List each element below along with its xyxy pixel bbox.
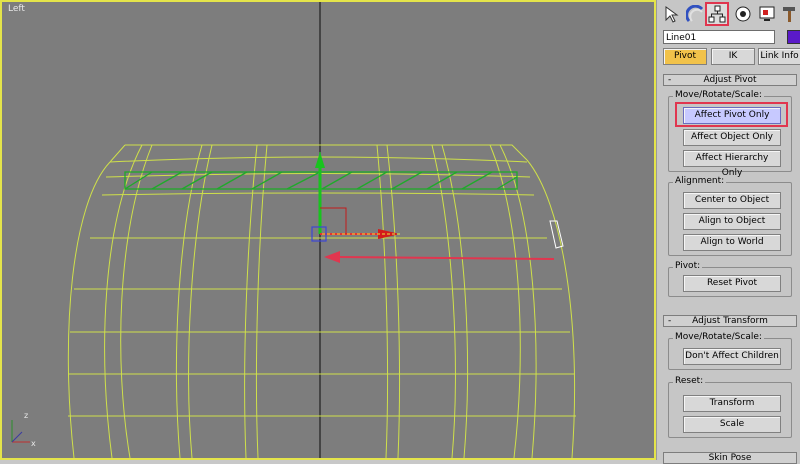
- collapse-icon: -: [668, 316, 672, 326]
- hammer-icon: [783, 7, 795, 22]
- reset-pivot-button[interactable]: Reset Pivot: [683, 275, 781, 292]
- link-info-subtab[interactable]: Link Info: [758, 48, 800, 65]
- hierarchy-tab[interactable]: [705, 2, 729, 26]
- axis-tripod: z x: [11, 411, 36, 448]
- transform-reset-button[interactable]: Transform: [683, 395, 781, 412]
- object-color-swatch[interactable]: [787, 30, 800, 44]
- utilities-tab[interactable]: [777, 2, 800, 26]
- group-title: Move/Rotate/Scale:: [673, 90, 764, 100]
- highlight-box: [675, 102, 788, 127]
- group-title: Alignment:: [673, 176, 727, 186]
- object-name-field[interactable]: Line01: [663, 30, 775, 44]
- ik-subtab[interactable]: IK: [711, 48, 755, 65]
- pivot-gizmo: [311, 152, 400, 242]
- skin-pose-title: Skin Pose: [708, 453, 752, 463]
- pivot-subtab[interactable]: Pivot: [663, 48, 707, 65]
- affect-hierarchy-only-button[interactable]: Affect Hierarchy Only: [683, 150, 781, 178]
- barrel-wireframe: [67, 144, 576, 458]
- collapse-icon: -: [668, 75, 672, 85]
- command-panel: Line01 Pivot IK Link Info - Adjust Pivot…: [656, 0, 800, 464]
- axis-x-label: x: [31, 439, 36, 448]
- adjust-pivot-title: Adjust Pivot: [703, 75, 757, 85]
- cursor-arrow-icon: [665, 6, 679, 23]
- center-to-object-button[interactable]: Center to Object: [683, 192, 781, 209]
- adjust-transform-title: Adjust Transform: [692, 316, 768, 326]
- adjust-pivot-rollout[interactable]: - Adjust Pivot: [663, 74, 797, 86]
- axis-z-label: z: [24, 411, 28, 420]
- group-title: Reset:: [673, 376, 706, 386]
- group-title: Move/Rotate/Scale:: [673, 332, 764, 342]
- wireframe-scene[interactable]: z x: [2, 2, 654, 458]
- adjust-transform-rollout[interactable]: - Adjust Transform: [663, 315, 797, 327]
- affect-object-only-button[interactable]: Affect Object Only: [683, 129, 781, 146]
- motion-wheel-icon: [735, 6, 751, 22]
- display-monitor-icon: [759, 6, 775, 21]
- skin-pose-rollout[interactable]: Skin Pose: [663, 452, 797, 464]
- dont-affect-children-button[interactable]: Don't Affect Children: [683, 348, 781, 365]
- align-to-object-button[interactable]: Align to Object: [683, 213, 781, 230]
- scale-reset-button[interactable]: Scale: [683, 416, 781, 433]
- hierarchy-icon: [708, 5, 726, 23]
- create-tab[interactable]: [659, 2, 683, 26]
- left-viewport[interactable]: z x Left: [0, 0, 656, 460]
- display-tab[interactable]: [755, 2, 779, 26]
- align-to-world-button[interactable]: Align to World: [683, 234, 781, 251]
- annotation-arrow: [324, 251, 555, 263]
- motion-tab[interactable]: [731, 2, 755, 26]
- viewport-label[interactable]: Left: [8, 4, 25, 14]
- modify-rainbow-icon: [686, 5, 704, 23]
- group-title: Pivot:: [673, 261, 703, 271]
- modify-tab[interactable]: [683, 2, 707, 26]
